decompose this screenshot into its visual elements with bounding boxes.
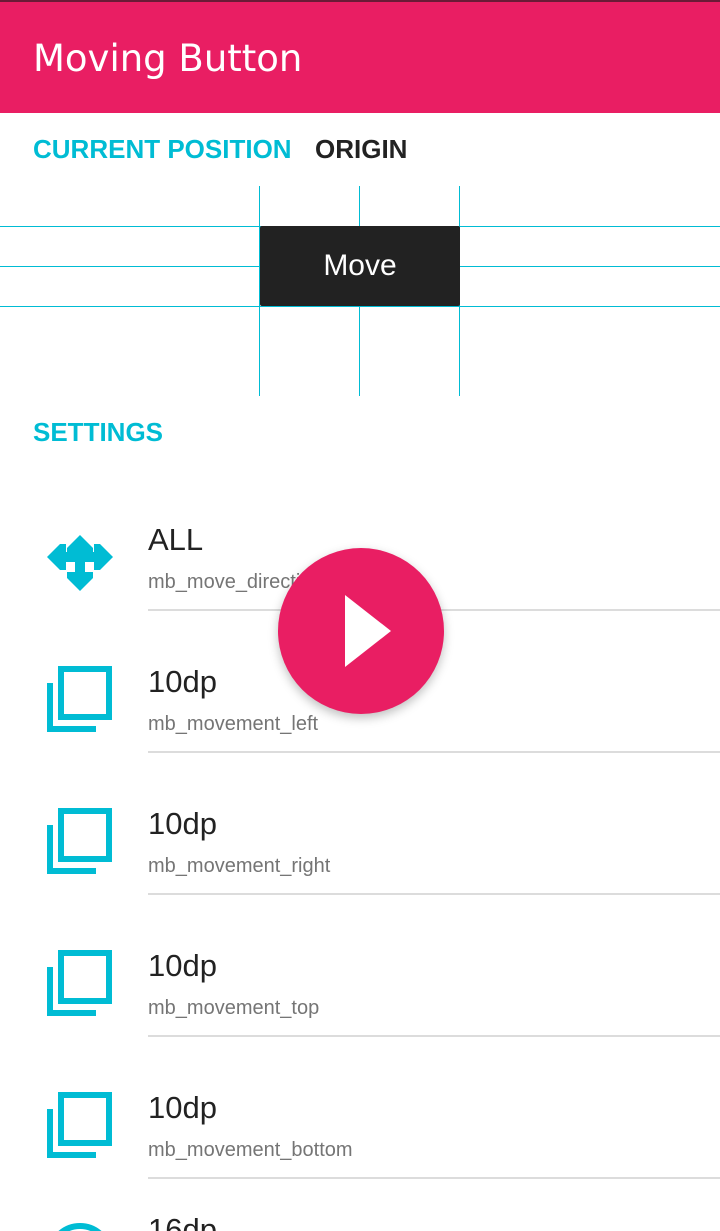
current-position-label: CURRENT POSITION	[33, 134, 292, 164]
divider	[148, 893, 720, 895]
setting-key: mb_movement_right	[148, 855, 331, 877]
copy-icon	[44, 1089, 116, 1161]
setting-value: 10dp	[148, 664, 217, 699]
divider	[148, 1035, 720, 1037]
setting-value: ALL	[148, 522, 204, 557]
move-button[interactable]: Move	[260, 226, 460, 306]
setting-value: 10dp	[148, 1090, 217, 1125]
copy-icon	[44, 947, 116, 1019]
copy-icon	[44, 663, 116, 735]
circle-icon	[44, 1220, 116, 1231]
divider	[148, 751, 720, 753]
grid-line-h3	[0, 306, 720, 307]
setting-value: 10dp	[148, 806, 217, 841]
setting-key: mb_movement_bottom	[148, 1139, 353, 1161]
settings-header: SETTINGS	[33, 417, 164, 447]
setting-value: 10dp	[148, 948, 217, 983]
setting-value: 16dp	[148, 1212, 217, 1231]
current-position-value: ORIGIN	[315, 134, 408, 164]
setting-key: mb_movement_left	[148, 713, 319, 735]
app-title: Moving Button	[33, 37, 303, 80]
app-bar: Moving Button	[0, 2, 720, 113]
move-arrows-icon	[44, 521, 116, 593]
setting-key: mb_movement_top	[148, 997, 320, 1019]
setting-item-partial[interactable]: 16dp	[0, 1184, 720, 1231]
play-fab-button[interactable]	[278, 548, 444, 714]
divider	[148, 1177, 720, 1179]
copy-icon	[44, 805, 116, 877]
